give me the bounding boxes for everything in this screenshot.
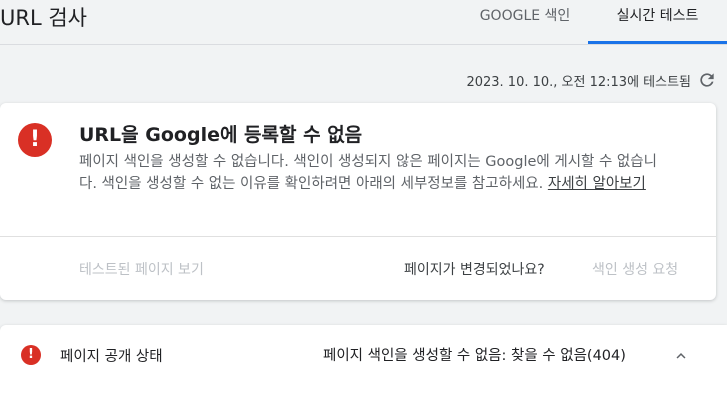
request-indexing-button[interactable]: 색인 생성 요청 bbox=[592, 259, 678, 279]
divider bbox=[0, 236, 716, 237]
refresh-icon[interactable] bbox=[697, 70, 717, 90]
verdict-title: URL을 Google에 등록할 수 없음 bbox=[79, 124, 363, 146]
error-icon: ! bbox=[21, 345, 41, 365]
learn-more-link[interactable]: 자세히 알아보기 bbox=[548, 176, 646, 192]
page-title: URL 검사 bbox=[0, 6, 87, 30]
availability-card: ! 페이지 공개 상태 페이지 색인을 생성할 수 없음: 찾을 수 없음(40… bbox=[0, 325, 727, 417]
availability-value: 페이지 색인을 생성할 수 없음: 찾을 수 없음(404) bbox=[323, 348, 626, 364]
error-icon: ! bbox=[18, 123, 52, 157]
tested-timestamp: 2023. 10. 10., 오전 12:13에 테스트됨 bbox=[466, 74, 691, 90]
tab-live-test[interactable]: 실시간 테스트 bbox=[588, 0, 727, 44]
test-status-row: 2023. 10. 10., 오전 12:13에 테스트됨 bbox=[466, 70, 717, 90]
availability-label: 페이지 공개 상태 bbox=[60, 349, 163, 365]
view-tested-page-button[interactable]: 테스트된 페이지 보기 bbox=[79, 259, 204, 279]
top-bar: URL 검사 GOOGLE 색인 실시간 테스트 bbox=[0, 0, 727, 45]
chevron-up-icon[interactable] bbox=[672, 347, 690, 365]
page-changed-question: 페이지가 변경되었나요? bbox=[404, 262, 545, 278]
tab-google-index[interactable]: GOOGLE 색인 bbox=[469, 0, 581, 44]
verdict-card: ! URL을 Google에 등록할 수 없음 페이지 색인을 생성할 수 없습… bbox=[0, 103, 716, 300]
verdict-description: 페이지 색인을 생성할 수 없습니다. 색인이 생성되지 않은 페이지는 Goo… bbox=[79, 151, 669, 195]
